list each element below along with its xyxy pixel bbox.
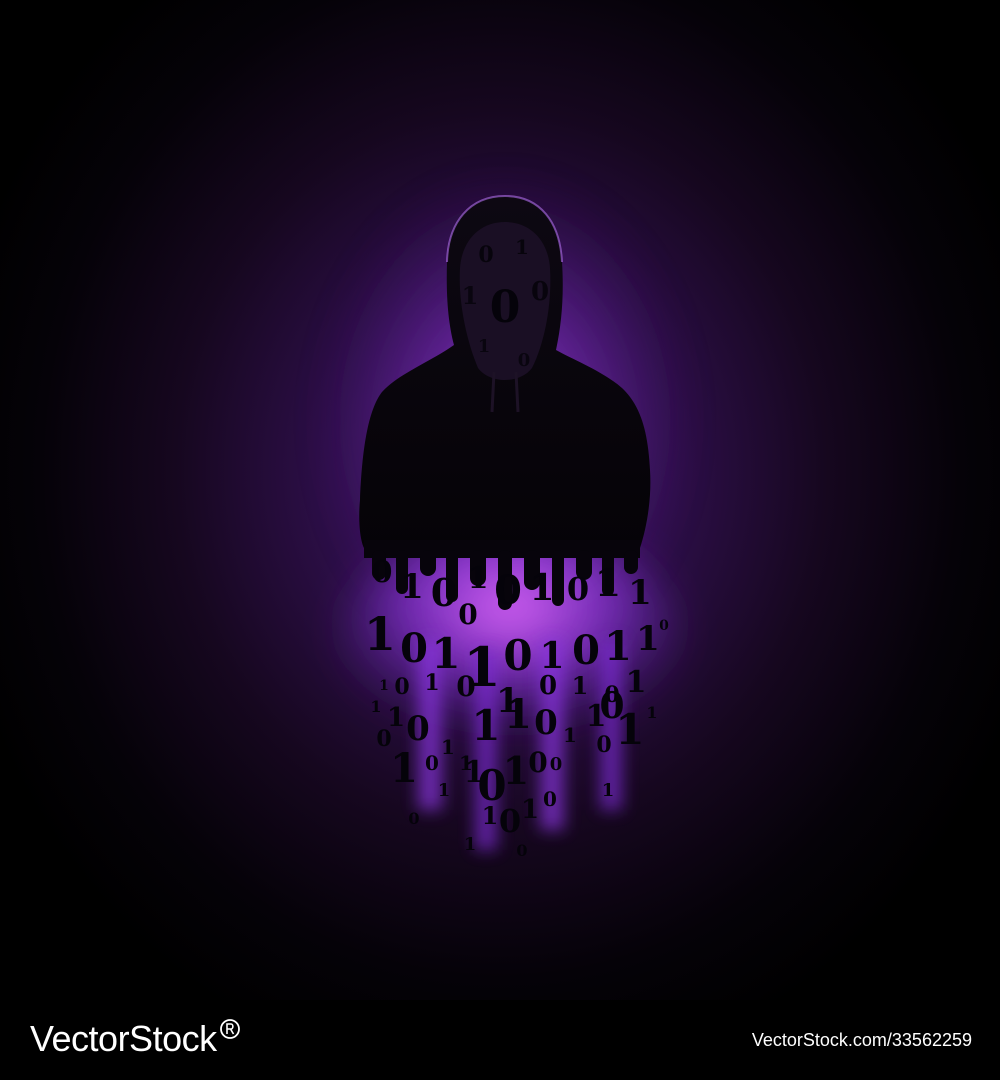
binary-digit: 0 (528, 746, 547, 779)
binary-digit: 0 (518, 350, 531, 371)
binary-digit: 0 (503, 631, 532, 680)
binary-digit: 1 (464, 834, 477, 855)
binary-digit: 1 (482, 801, 499, 830)
image-id: VectorStock.com/33562259 (751, 1030, 972, 1050)
binary-digit: 1 (504, 691, 532, 738)
binary-digit: 0 (572, 627, 600, 674)
binary-digit: 0 (408, 809, 419, 828)
binary-digit: 1 (462, 281, 479, 310)
binary-digit: 0 (394, 674, 409, 700)
binary-digit: 0 (494, 567, 522, 614)
drawstring-left (490, 371, 496, 413)
binary-digit: 1 (438, 780, 451, 801)
illustration: 0101010 01010101101011010110101010110110… (0, 0, 1000, 1000)
binary-digit: 1 (615, 705, 644, 754)
binary-digit: 1 (636, 619, 660, 659)
registered-mark-icon (219, 1019, 240, 1039)
binary-digit: 1 (626, 665, 647, 700)
binary-digit: 0 (659, 618, 669, 634)
brand-logo: VectorStock (30, 1018, 241, 1060)
binary-digit: 1 (572, 671, 589, 700)
illustration-canvas: 0 101 010 0 1 0 1 0 1 0 1 101 0 1 1 0 1 0 1 10 1 0 1 0 1 0 11 0 1 1 0… (315, 170, 695, 860)
binary-digit: 0 (478, 242, 493, 268)
drawstring-right (514, 371, 520, 413)
binary-digit: 1 (379, 678, 389, 694)
binary-digit: 0 (567, 570, 589, 608)
binary-digit: 0 (425, 751, 439, 775)
binary-digit: 0 (543, 787, 557, 811)
binary-digit: 0 (531, 277, 549, 307)
binary-digit: 1 (503, 748, 529, 793)
binary-digit: 1 (602, 780, 615, 801)
binary-digit: 1 (515, 235, 529, 259)
binary-digit: 1 (604, 623, 632, 670)
binary-digit: 1 (646, 703, 657, 722)
binary-digit: 1 (529, 567, 554, 609)
binary-digit: 1 (468, 561, 489, 596)
binary-digit: 0 (458, 598, 477, 631)
binary-digit: 0 (516, 841, 527, 860)
binary-digit: 1 (459, 751, 473, 775)
binary-digit: 0 (490, 282, 521, 333)
binary-digit: 1 (471, 701, 500, 750)
binary-digit: 0 (406, 709, 430, 749)
binary-digit: 0 (499, 802, 521, 840)
binary-digit: 1 (370, 697, 381, 716)
binary-digit: 1 (424, 670, 439, 696)
binary-digit: 1 (478, 336, 491, 357)
binary-digit: 1 (364, 607, 396, 661)
binary-digit: 1 (563, 723, 577, 747)
binary-digit: 1 (595, 560, 621, 605)
binary-digit: 1 (441, 735, 455, 759)
binary-digit: 0 (372, 555, 393, 590)
binary-digit: 0 (400, 625, 428, 672)
binary-digit: 1 (521, 795, 539, 825)
binary-digit: 0 (596, 732, 611, 758)
binary-digit: 0 (534, 703, 558, 743)
binary-digit: 0 (550, 754, 563, 775)
binary-digit: 1 (400, 567, 424, 607)
binary-digit: 0 (431, 570, 457, 615)
watermark-bar: VectorStock VectorStock.com/33562259 (0, 1000, 1000, 1080)
binary-digit: 0 (539, 671, 557, 701)
binary-digit: 1 (390, 745, 418, 792)
brand-name: VectorStock (30, 1018, 217, 1059)
binary-digit: 1 (628, 573, 652, 613)
binary-digit: 0 (456, 670, 475, 703)
